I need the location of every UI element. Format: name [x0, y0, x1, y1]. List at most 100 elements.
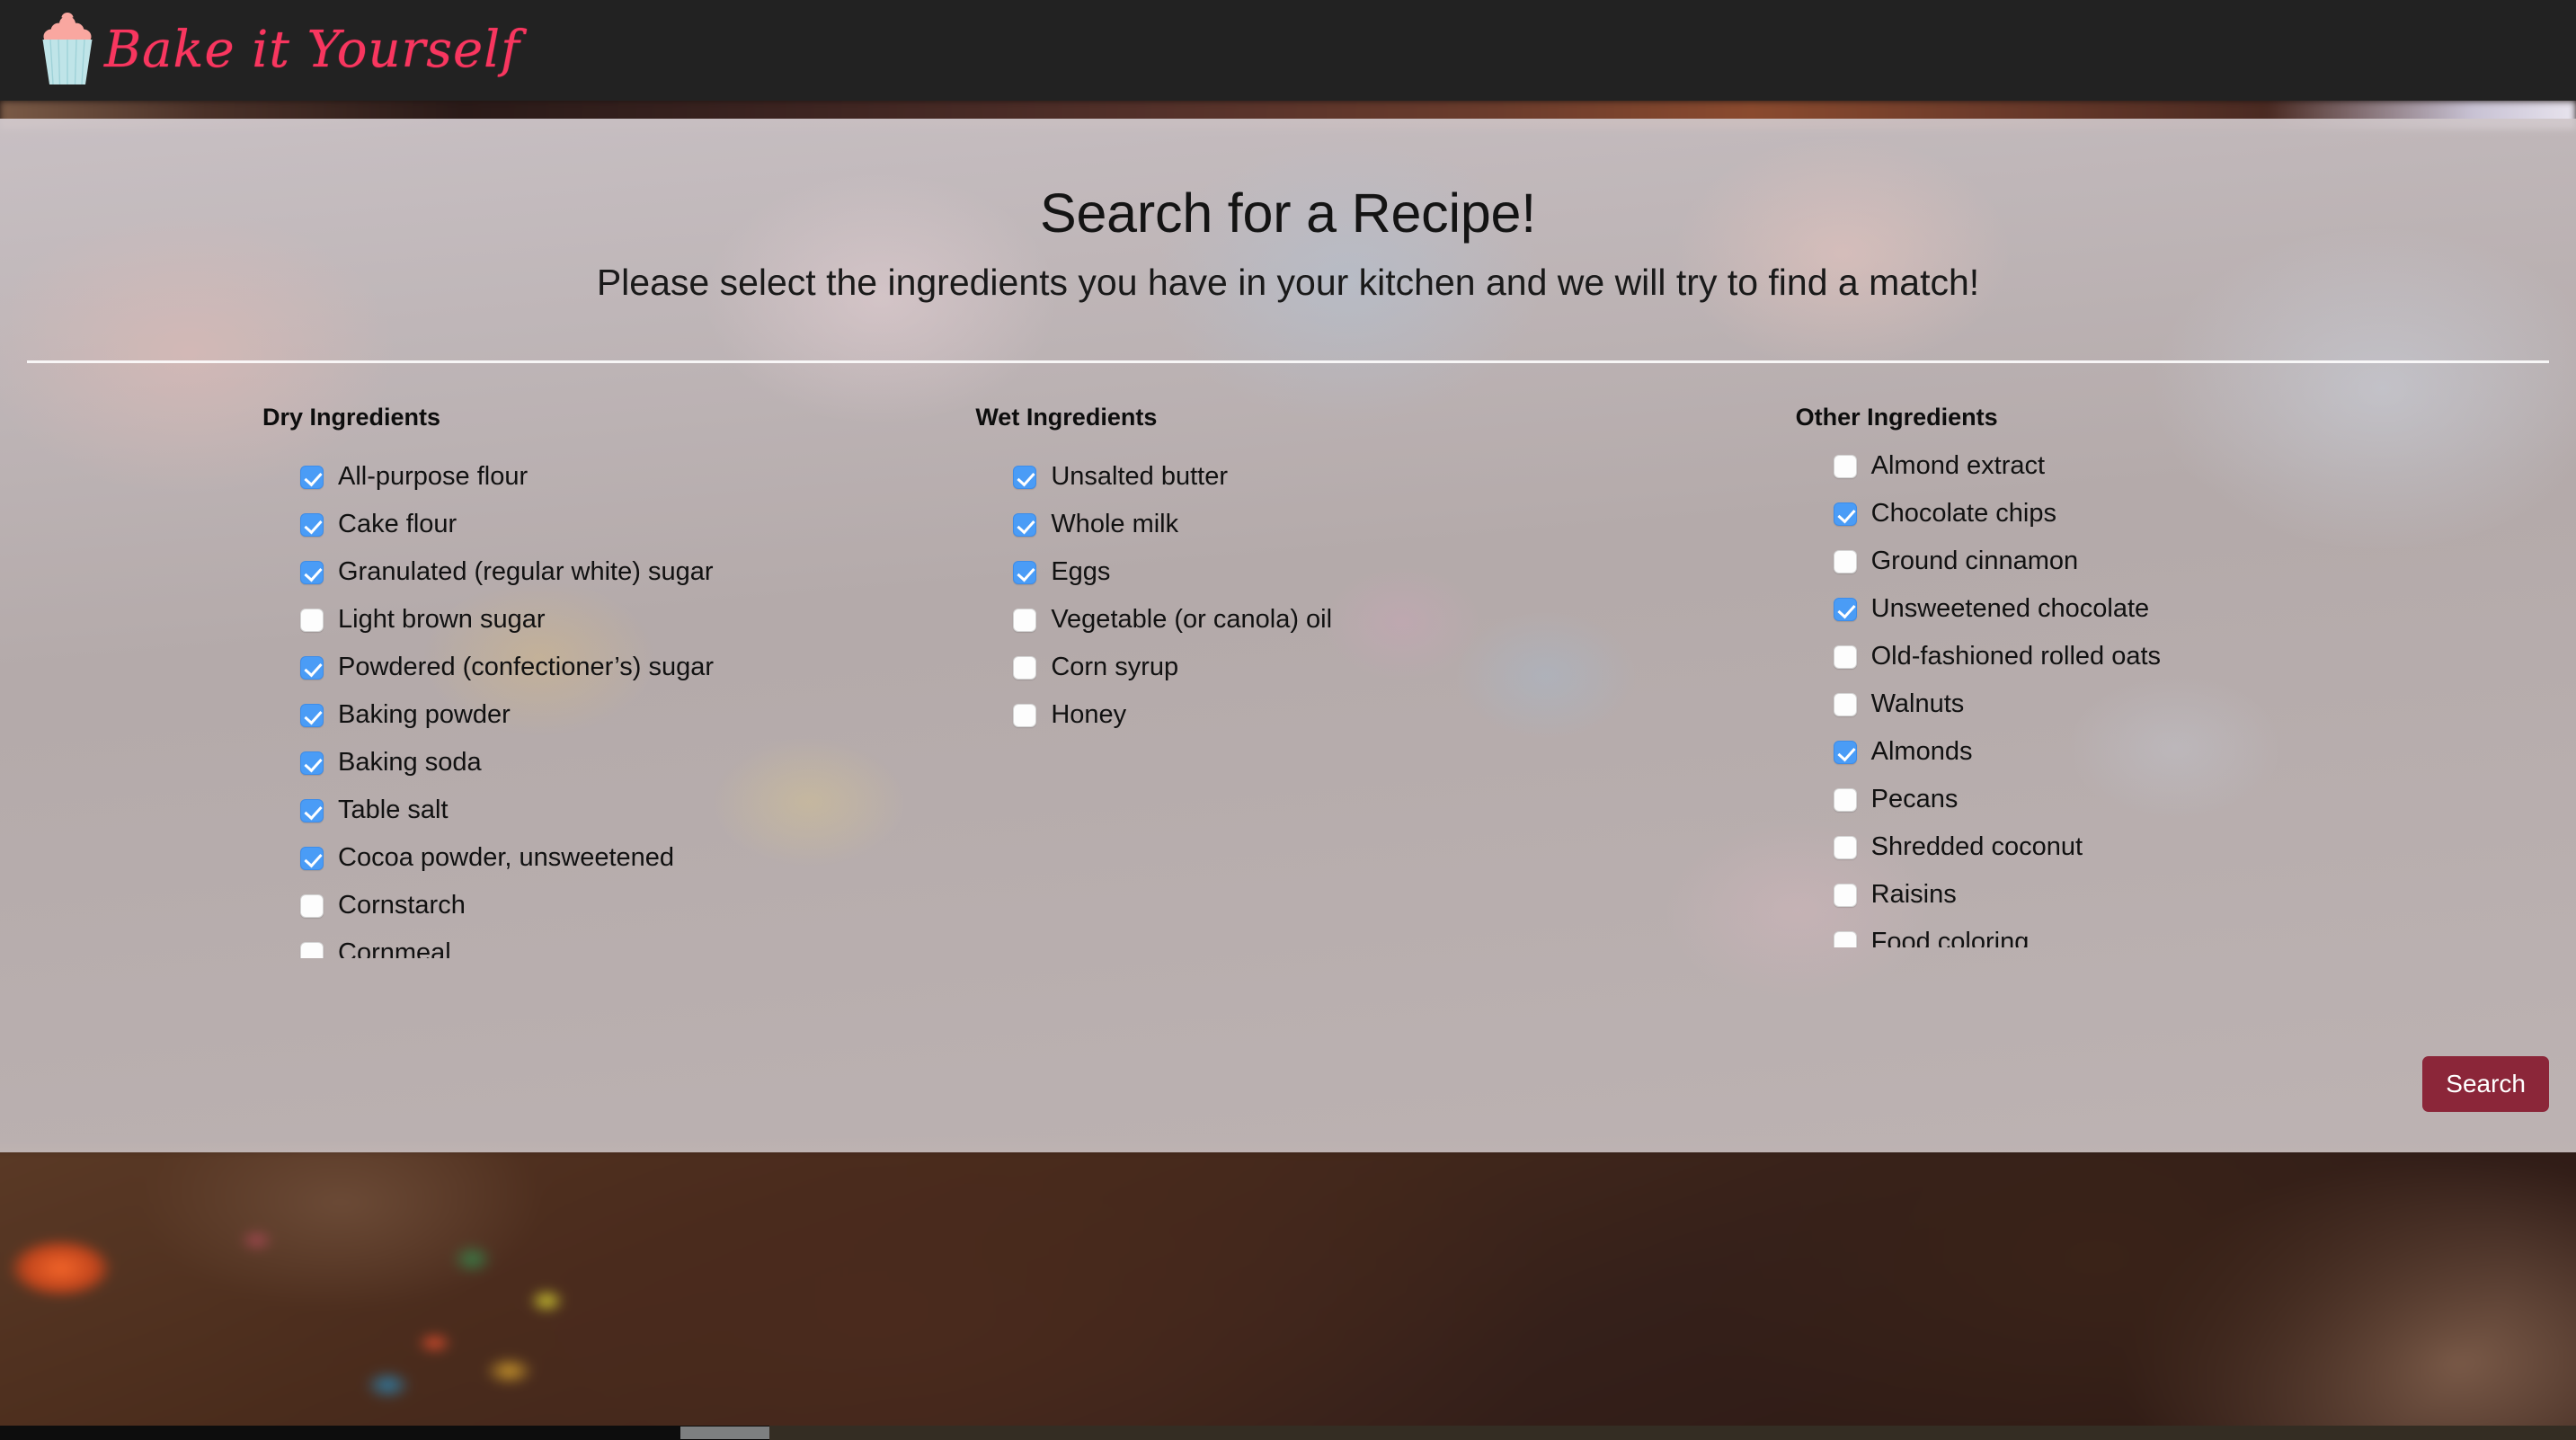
horizontal-scrollbar-thumb[interactable] [680, 1427, 769, 1439]
checkbox-item[interactable]: Pecans [1833, 776, 2522, 823]
checkbox-unchecked[interactable] [1833, 883, 1857, 907]
checkbox-label[interactable]: Cornstarch [338, 893, 466, 919]
checkbox-item[interactable]: Chocolate chips [1833, 490, 2522, 538]
checkbox-checked[interactable] [1013, 560, 1037, 584]
checkbox-unchecked[interactable] [1833, 930, 1857, 948]
checkbox-item[interactable]: Cocoa powder, unsweetened [300, 834, 840, 882]
checkbox-checked[interactable] [300, 798, 324, 822]
checkbox-label[interactable]: Unsalted butter [1051, 464, 1228, 490]
checkbox-item[interactable]: Walnuts [1833, 680, 2522, 728]
checkbox-unchecked[interactable] [1013, 703, 1037, 727]
checkbox-checked[interactable] [300, 465, 324, 489]
checkbox-item[interactable]: Raisins [1833, 871, 2522, 919]
checkbox-label[interactable]: Cornmeal [338, 940, 451, 959]
checkbox-label[interactable]: Cocoa powder, unsweetened [338, 845, 674, 871]
checkbox-item[interactable]: Whole milk [1013, 501, 1681, 548]
checkbox-item[interactable]: Shredded coconut [1833, 823, 2522, 871]
checkbox-label[interactable]: Almond extract [1871, 453, 2045, 479]
checkbox-item[interactable]: All-purpose flour [300, 453, 840, 501]
checkbox-item[interactable]: Old-fashioned rolled oats [1833, 633, 2522, 680]
checkbox-checked[interactable] [1833, 597, 1857, 621]
checkbox-label[interactable]: Walnuts [1871, 691, 1965, 717]
checkbox-unchecked[interactable] [1833, 454, 1857, 478]
checkbox-unchecked[interactable] [300, 608, 324, 632]
checkbox-label[interactable]: Shredded coconut [1871, 834, 2083, 860]
checkbox-label[interactable]: Pecans [1871, 787, 1959, 813]
checkbox-checked[interactable] [300, 512, 324, 537]
checkbox-item[interactable]: Eggs [1013, 548, 1681, 596]
checkbox-label[interactable]: Baking soda [338, 750, 482, 776]
brand-name: Bake it Yourself [104, 21, 520, 79]
checkbox-item[interactable]: Cornmeal [300, 929, 840, 959]
checkbox-label[interactable]: Food coloring [1871, 929, 2030, 948]
checkbox-list-other[interactable]: Almond extract Chocolate chips Ground cinn… [1796, 442, 2522, 948]
checkbox-item[interactable]: Corn syrup [1013, 644, 1681, 691]
checkbox-unchecked[interactable] [1833, 549, 1857, 573]
brand-home-link[interactable]: Bake it Yourself [0, 13, 520, 88]
checkbox-item[interactable]: Table salt [300, 787, 840, 834]
checkbox-checked[interactable] [1013, 465, 1037, 489]
checkbox-unchecked[interactable] [1013, 655, 1037, 680]
checkbox-label[interactable]: Granulated (regular white) sugar [338, 559, 713, 585]
checkbox-unchecked[interactable] [300, 941, 324, 959]
checkbox-unchecked[interactable] [1833, 787, 1857, 812]
checkbox-checked[interactable] [300, 655, 324, 680]
checkbox-item[interactable]: Honey [1013, 691, 1681, 739]
checkbox-checked[interactable] [300, 846, 324, 870]
checkbox-checked[interactable] [1013, 512, 1037, 537]
checkbox-label[interactable]: Light brown sugar [338, 607, 546, 633]
checkbox-unchecked[interactable] [1833, 835, 1857, 859]
top-navbar: Bake it Yourself [0, 0, 2576, 101]
checkbox-item[interactable]: Almonds [1833, 728, 2522, 776]
checkbox-item[interactable]: Ground cinnamon [1833, 538, 2522, 585]
checkbox-item[interactable]: Granulated (regular white) sugar [300, 548, 840, 596]
checkbox-item[interactable]: Light brown sugar [300, 596, 840, 644]
column-heading-dry: Dry Ingredients [262, 404, 441, 431]
checkbox-list-dry[interactable]: All-purpose flour Cake flour Granulated (r… [262, 453, 840, 959]
checkbox-label[interactable]: Raisins [1871, 882, 1957, 908]
checkbox-label[interactable]: Vegetable (or canola) oil [1051, 607, 1332, 633]
checkbox-label[interactable]: Baking powder [338, 702, 511, 728]
checkbox-item[interactable]: Powdered (confectioner’s) sugar [300, 644, 840, 691]
checkbox-item[interactable]: Almond extract [1833, 442, 2522, 490]
checkbox-checked[interactable] [300, 703, 324, 727]
checkbox-checked[interactable] [300, 560, 324, 584]
checkbox-item[interactable]: Cake flour [300, 501, 840, 548]
checkbox-item[interactable]: Baking soda [300, 739, 840, 787]
checkbox-label[interactable]: Chocolate chips [1871, 501, 2056, 527]
page-title: Search for a Recipe! [1039, 182, 1537, 244]
checkbox-list-wet[interactable]: Unsalted butter Whole milk Eggs Vegetable (… [975, 453, 1681, 739]
checkbox-checked[interactable] [300, 751, 324, 775]
ingredient-columns: Dry Ingredients All-purpose flour Cake fl… [0, 403, 2576, 959]
checkbox-label[interactable]: All-purpose flour [338, 464, 528, 490]
page-subtitle: Please select the ingredients you have i… [596, 261, 1980, 303]
checkbox-unchecked[interactable] [1013, 608, 1037, 632]
checkbox-unchecked[interactable] [1833, 692, 1857, 716]
checkbox-unchecked[interactable] [300, 893, 324, 918]
checkbox-label[interactable]: Almonds [1871, 739, 1973, 765]
checkbox-item[interactable]: Vegetable (or canola) oil [1013, 596, 1681, 644]
checkbox-label[interactable]: Old-fashioned rolled oats [1871, 644, 2161, 670]
checkbox-label[interactable]: Unsweetened chocolate [1871, 596, 2150, 622]
column-wet-ingredients: Wet Ingredients Unsalted butter Whole mil… [867, 403, 1708, 958]
column-heading-other: Other Ingredients [1795, 404, 1998, 431]
checkbox-label[interactable]: Corn syrup [1051, 654, 1178, 680]
checkbox-item[interactable]: Food coloring [1833, 919, 2522, 948]
checkbox-item[interactable]: Baking powder [300, 691, 840, 739]
checkbox-label[interactable]: Whole milk [1051, 511, 1178, 538]
horizontal-scrollbar[interactable] [0, 1426, 2576, 1440]
checkbox-label[interactable]: Cake flour [338, 511, 457, 538]
checkbox-checked[interactable] [1833, 502, 1857, 526]
checkbox-item[interactable]: Cornstarch [300, 882, 840, 929]
checkbox-label[interactable]: Table salt [338, 797, 449, 823]
checkbox-unchecked[interactable] [1833, 644, 1857, 669]
checkbox-label[interactable]: Eggs [1051, 559, 1110, 585]
checkbox-label[interactable]: Honey [1051, 702, 1126, 728]
checkbox-label[interactable]: Ground cinnamon [1871, 548, 2079, 574]
checkbox-item[interactable]: Unsweetened chocolate [1833, 585, 2522, 633]
search-button[interactable]: Search [2422, 1056, 2549, 1112]
checkbox-label[interactable]: Powdered (confectioner’s) sugar [338, 654, 714, 680]
checkbox-item[interactable]: Unsalted butter [1013, 453, 1681, 501]
checkbox-checked[interactable] [1833, 740, 1857, 764]
horizontal-scrollbar-track[interactable] [769, 1426, 2576, 1440]
